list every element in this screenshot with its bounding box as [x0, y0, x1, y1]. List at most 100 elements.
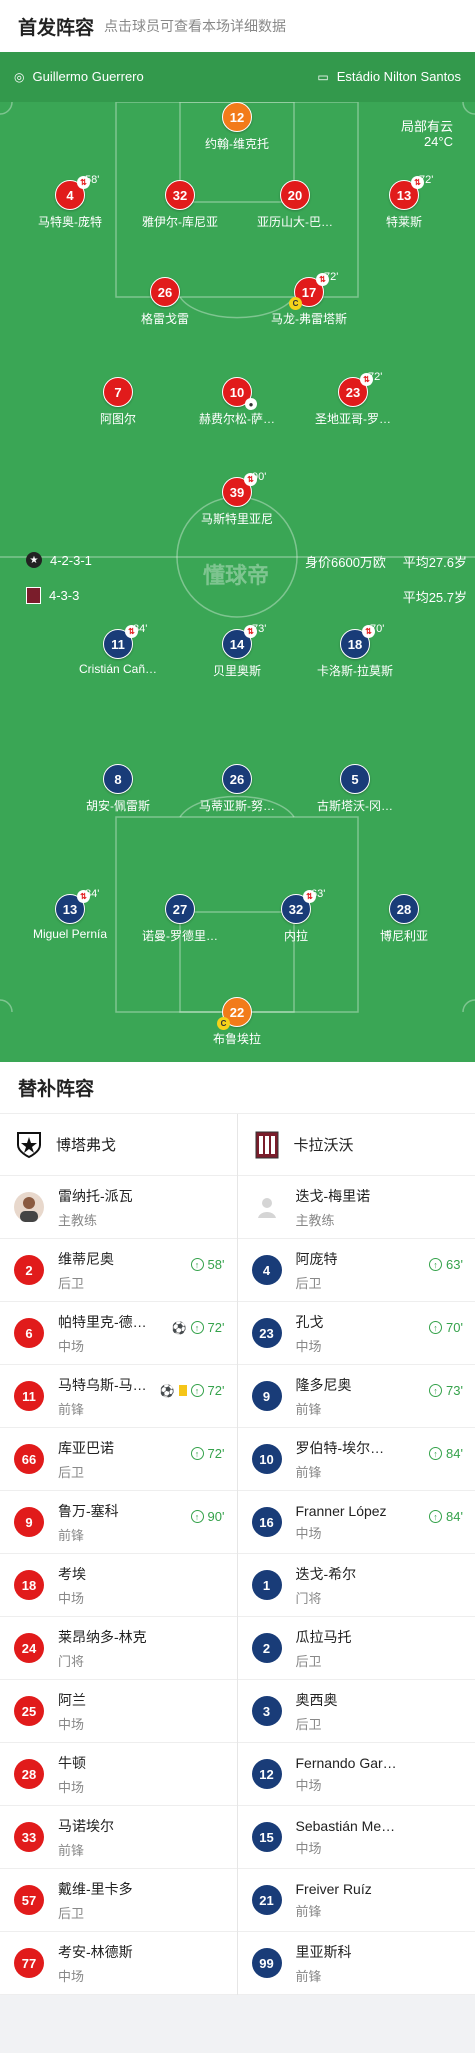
- sub-player-row[interactable]: 77 考安-林德斯 中场: [0, 1932, 237, 1995]
- watermark: 懂球帝: [203, 563, 270, 588]
- player-name: 奥西奥: [295, 1691, 338, 1708]
- home-player[interactable]: 39 ⇅ 90' 马斯特里亚尼: [177, 471, 297, 527]
- away-coach-row[interactable]: 迭戈-梅里诺 主教练: [237, 1176, 475, 1239]
- sub-player-row[interactable]: 24 莱昂纳多-林克 门将: [0, 1617, 237, 1680]
- home-player[interactable]: 7 阿图尔: [58, 377, 178, 427]
- away-player[interactable]: 14 ⇅ 73' 贝里奥斯: [177, 623, 297, 679]
- away-player[interactable]: 26 马蒂亚斯-努…: [177, 764, 297, 814]
- jersey-number: 28: [14, 1759, 44, 1789]
- player-position: 门将: [58, 1653, 85, 1669]
- sub-player-row[interactable]: 99 里亚斯科 前锋: [237, 1932, 475, 1995]
- sub-in-icon: ↑: [190, 1510, 204, 1523]
- away-team-name: 卡拉沃沃: [293, 1137, 354, 1154]
- jersey-number: 26: [222, 764, 252, 794]
- sub-time: 72': [324, 271, 339, 283]
- jersey-number: 3: [251, 1696, 282, 1726]
- sub-player-row[interactable]: 3 奥西奥 后卫: [237, 1680, 475, 1743]
- sub-time: 58': [85, 174, 100, 186]
- sub-time: 84': [133, 623, 148, 635]
- jersey-number: 6: [14, 1318, 44, 1348]
- sub-player-row[interactable]: 10 罗伯特-埃尔… 前锋 ↑ 84': [237, 1428, 475, 1491]
- sub-in-time: 90': [207, 1509, 225, 1524]
- home-team-row[interactable]: 博塔弗戈: [0, 1114, 237, 1176]
- jersey-number: 13 ⇅: [55, 890, 90, 924]
- jersey-number: 39 ⇅: [222, 473, 257, 507]
- sub-player-row[interactable]: 57 戴维-里卡多 后卫: [0, 1869, 237, 1932]
- jersey-number: 8: [103, 764, 133, 794]
- player-position: 前锋: [295, 1401, 322, 1417]
- sub-player-row[interactable]: 2 瓜拉马托 后卫: [237, 1617, 475, 1680]
- jersey-number: 20: [280, 180, 310, 210]
- coach-avatar: [14, 1192, 44, 1222]
- away-team-row[interactable]: 卡拉沃沃: [237, 1114, 475, 1176]
- player-position: 中场: [295, 1840, 322, 1856]
- player-name: Sebastián Me…: [295, 1817, 396, 1834]
- sub-player-row[interactable]: 23 孔戈 中场 ↑ 70': [237, 1302, 475, 1365]
- jersey-number: 2: [251, 1633, 282, 1663]
- home-player[interactable]: 23 ⇅ 72' 圣地亚哥-罗…: [293, 371, 413, 427]
- player-name: 阿图尔: [99, 412, 136, 426]
- jersey-number: 77: [14, 1948, 44, 1978]
- away-player[interactable]: 32 ⇅ 63' 内拉: [236, 888, 356, 944]
- away-player[interactable]: 18 ⇅ 70' 卡洛斯-拉莫斯: [295, 623, 415, 679]
- subs-title: 替补阵容: [0, 1062, 475, 1114]
- sub-player-row[interactable]: 12 Fernando Gar… 中场: [237, 1743, 475, 1806]
- home-player[interactable]: 12 约翰-维克托: [177, 102, 297, 152]
- sub-player-row[interactable]: 16 Franner López 中场 ↑ 84': [237, 1491, 475, 1554]
- sub-player-row[interactable]: 2 维蒂尼奥 后卫 ↑ 58': [0, 1239, 237, 1302]
- goal-icon: ⚽: [171, 1320, 187, 1335]
- home-player[interactable]: 26 格雷戈雷: [105, 277, 225, 327]
- player-name: 隆多尼奥: [295, 1376, 352, 1393]
- home-avg-age: 平均27.6岁: [402, 555, 467, 570]
- player-position: 中场: [295, 1338, 322, 1354]
- jersey-number: 13 ⇅: [389, 176, 424, 210]
- home-player[interactable]: 13 ⇅ 72' 特莱斯: [344, 174, 464, 230]
- jersey-number: 99: [251, 1948, 282, 1978]
- referee-name: Guillermo Guerrero: [32, 69, 144, 84]
- player-position: 门将: [295, 1590, 322, 1606]
- home-coach-row[interactable]: 雷纳托-派瓦 主教练: [0, 1176, 237, 1239]
- sub-player-row[interactable]: 18 考埃 中场: [0, 1554, 237, 1617]
- player-name: 约翰-维克托: [205, 137, 269, 151]
- player-name: 诺曼-罗德里…: [142, 929, 218, 943]
- away-player[interactable]: 22 C 布鲁埃拉: [177, 997, 297, 1047]
- away-player[interactable]: 11 ⇅ 84' Cristián Cañ…: [58, 623, 178, 676]
- sub-player-row[interactable]: 9 隆多尼奥 前锋 ↑ 73': [237, 1365, 475, 1428]
- jersey-number: 4: [251, 1255, 282, 1285]
- sub-in-info: ⚽ ↑ 72': [160, 1383, 225, 1398]
- player-name: 鲁万-塞科: [58, 1502, 119, 1519]
- away-avg-age: 平均25.7岁: [402, 590, 467, 605]
- away-player[interactable]: 28 博尼利亚: [344, 894, 464, 944]
- sub-in-time: 63': [446, 1257, 463, 1272]
- player-name: 圣地亚哥-罗…: [315, 412, 391, 426]
- home-coach-role: 主教练: [58, 1212, 98, 1228]
- sub-player-row[interactable]: 9 鲁万-塞科 前锋 ↑ 90': [0, 1491, 237, 1554]
- sub-player-row[interactable]: 11 马特乌斯-马… 前锋 ⚽ ↑ 72': [0, 1365, 237, 1428]
- sub-player-row[interactable]: 28 牛顿 中场: [0, 1743, 237, 1806]
- away-player[interactable]: 8 胡安-佩雷斯: [58, 764, 178, 814]
- sub-player-row[interactable]: 1 迭戈-希尔 门将: [237, 1554, 475, 1617]
- player-name: 格雷戈雷: [140, 312, 189, 326]
- sub-player-row[interactable]: 33 马诺埃尔 前锋: [0, 1806, 237, 1869]
- home-player[interactable]: 32 雅伊尔-库尼亚: [120, 180, 240, 230]
- home-player[interactable]: 17 ⇅ C 72' 马龙-弗雷塔斯: [249, 271, 369, 327]
- home-player[interactable]: 4 ⇅ 58' 马特奥-庞特: [10, 174, 130, 230]
- sub-player-row[interactable]: 66 库亚巴诺 后卫 ↑ 72': [0, 1428, 237, 1491]
- away-player[interactable]: 27 诺曼-罗德里…: [120, 894, 240, 944]
- player-name: 马诺埃尔: [58, 1817, 114, 1834]
- jersey-number: 15: [251, 1822, 282, 1852]
- player-name: 牛顿: [58, 1754, 86, 1771]
- player-position: 前锋: [58, 1842, 85, 1858]
- home-player[interactable]: 10 ● 赫费尔松-萨…: [177, 377, 297, 427]
- home-player[interactable]: 20 亚历山大-巴…: [235, 180, 355, 230]
- away-player[interactable]: 13 ⇅ 84' Miguel Pernía: [10, 888, 130, 941]
- player-name: 帕特里克-德…: [58, 1313, 147, 1330]
- jersey-number: 18: [14, 1570, 44, 1600]
- sub-player-row[interactable]: 4 阿庞特 后卫 ↑ 63': [237, 1239, 475, 1302]
- sub-player-row[interactable]: 15 Sebastián Me… 中场: [237, 1806, 475, 1869]
- sub-player-row[interactable]: 6 帕特里克-德… 中场 ⚽ ↑ 72': [0, 1302, 237, 1365]
- yellow-card-icon: C: [217, 1017, 230, 1030]
- sub-player-row[interactable]: 21 Freiver Ruíz 前锋: [237, 1869, 475, 1932]
- away-player[interactable]: 5 古斯塔沃-冈…: [295, 764, 415, 814]
- sub-player-row[interactable]: 25 阿兰 中场: [0, 1680, 237, 1743]
